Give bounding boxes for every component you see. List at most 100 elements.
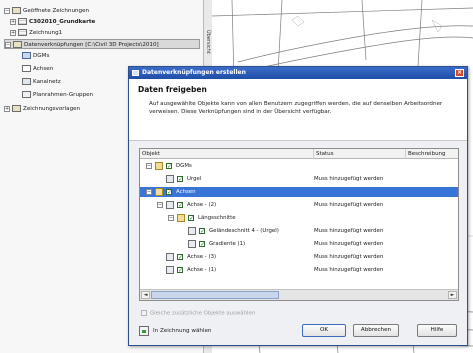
folder-icon [155, 188, 163, 196]
object-cell: ✓ Urgel [140, 174, 312, 184]
column-header-status[interactable]: Status [314, 149, 406, 159]
share-checkbox[interactable]: ✓ [188, 215, 194, 222]
profile-icon [188, 227, 196, 235]
status-cell [314, 187, 404, 197]
tree-item-label: Zeichnungsvorlagen [23, 106, 81, 112]
description-cell[interactable] [406, 174, 458, 184]
surface-icon [22, 52, 31, 59]
description-cell[interactable] [406, 161, 458, 171]
table-header: Objekt Status Beschreibung [140, 149, 458, 159]
tree-item-pipe-networks[interactable]: Kanalnetz [22, 77, 61, 87]
table-row[interactable]: − ✓ DGMs [140, 161, 458, 171]
drawing-icon [18, 29, 27, 36]
table-row[interactable]: ✓ Urgel Muss hinzugefügt werden [140, 174, 458, 184]
share-checkbox[interactable]: ✓ [177, 254, 183, 261]
share-checkbox[interactable]: ✓ [177, 267, 183, 274]
collapse-toggle[interactable]: − [168, 215, 174, 221]
view-frame-icon [22, 91, 31, 98]
dialog-app-icon [132, 70, 139, 76]
header-title: Daten freigeben [138, 85, 207, 94]
tree-item-surfaces[interactable]: DGMs [22, 51, 49, 61]
description-cell[interactable] [406, 265, 458, 275]
collapse-toggle[interactable]: − [4, 7, 10, 14]
tree-item-drawing-templates[interactable]: + Zeichnungsvorlagen [4, 104, 80, 114]
alignment-icon [22, 65, 31, 72]
pick-label: In Zeichnung wählen [153, 328, 212, 334]
object-label: DGMs [176, 163, 192, 169]
horizontal-scrollbar[interactable]: ◄ ► [140, 289, 458, 300]
data-shortcuts-folder-icon [13, 41, 22, 48]
collapse-toggle[interactable]: − [5, 41, 11, 48]
table-row[interactable]: − ✓ Achsen [140, 187, 458, 197]
description-cell[interactable] [406, 252, 458, 262]
table-row[interactable]: − ✓ Längsschnitte [140, 213, 458, 223]
pipe-network-icon [22, 78, 31, 85]
tree-item-label: Geöffnete Zeichnungen [23, 8, 90, 14]
description-cell[interactable] [406, 200, 458, 210]
table-row[interactable]: ✓ Gradiente (1) Muss hinzugefügt werden [140, 239, 458, 249]
description-cell[interactable] [406, 226, 458, 236]
tree-item-open-drawings[interactable]: − Geöffnete Zeichnungen [4, 6, 89, 16]
folder-icon [177, 214, 185, 222]
disabled-checkbox [141, 310, 147, 316]
object-label: Achse - (3) [187, 254, 217, 260]
share-checkbox[interactable]: ✓ [177, 176, 183, 183]
alignment-icon [166, 201, 174, 209]
collapse-toggle[interactable]: − [146, 163, 152, 169]
objects-tree-table[interactable]: Objekt Status Beschreibung − ✓ DGMs ✓ Urgel M… [139, 148, 459, 301]
object-cell: ✓ Achse - (3) [140, 252, 312, 262]
header-description: Auf ausgewählte Objekte kann von allen B… [149, 101, 443, 115]
pick-in-drawing-button[interactable]: In Zeichnung wählen [139, 325, 211, 337]
alignment-icon [166, 266, 174, 274]
tree-item-view-frame-groups[interactable]: Planrahmen-Gruppen [22, 90, 93, 100]
object-cell: − ✓ Achse - (2) [140, 200, 312, 210]
column-header-object[interactable]: Objekt [140, 149, 314, 159]
description-cell[interactable] [406, 213, 458, 223]
surface-icon [166, 175, 174, 183]
help-button[interactable]: Hilfe [417, 324, 457, 337]
template-folder-icon [12, 105, 21, 112]
tree-item-alignments[interactable]: Achsen [22, 64, 53, 74]
object-label: Urgel [187, 176, 202, 182]
share-checkbox[interactable]: ✓ [199, 228, 205, 235]
table-row[interactable]: ✓ Geländeschnitt 4 - (Urgel) Muss hinzugef… [140, 226, 458, 236]
object-label: Achse - (1) [187, 267, 217, 273]
share-checkbox[interactable]: ✓ [166, 189, 172, 196]
table-row[interactable]: ✓ Achse - (1) Muss hinzugefügt werden [140, 265, 458, 275]
description-cell[interactable] [406, 239, 458, 249]
dialog-titlebar[interactable]: Datenverknüpfungen erstellen × [129, 67, 467, 79]
description-cell[interactable] [406, 187, 458, 197]
expand-toggle[interactable]: + [10, 29, 16, 36]
expand-toggle[interactable]: + [10, 18, 16, 25]
close-button[interactable]: × [455, 69, 464, 77]
share-checkbox[interactable]: ✓ [166, 163, 172, 170]
tree-item-label: Planrahmen-Gruppen [33, 92, 94, 98]
object-label: Geländeschnitt 4 - (Urgel) [209, 228, 279, 234]
status-cell [314, 161, 404, 171]
side-tab-label: Übersicht [205, 30, 211, 54]
tree-item-drawing-grundkarte[interactable]: + C302010_Grundkarte [10, 17, 95, 27]
table-row[interactable]: ✓ Achse - (3) Muss hinzugefügt werden [140, 252, 458, 262]
collapse-toggle[interactable]: − [157, 202, 163, 208]
tree-item-label: Achsen [33, 66, 54, 72]
share-checkbox[interactable]: ✓ [199, 241, 205, 248]
scroll-right-arrow-icon[interactable]: ► [448, 291, 457, 299]
object-cell: ✓ Geländeschnitt 4 - (Urgel) [140, 226, 312, 236]
column-header-description[interactable]: Beschreibung [406, 149, 458, 159]
tree-item-data-shortcuts[interactable]: − Datenverknüpfungen [C:\Civil 3D Project… [4, 39, 200, 49]
collapse-toggle[interactable]: − [146, 189, 152, 195]
dialog-header: Daten freigeben Auf ausgewählte Objekte … [129, 79, 467, 141]
object-label: Längsschnitte [198, 215, 236, 221]
tree-item-label: Kanalnetz [33, 79, 61, 85]
scroll-left-arrow-icon[interactable]: ◄ [141, 291, 150, 299]
object-cell: − ✓ Längsschnitte [140, 213, 312, 223]
table-row[interactable]: − ✓ Achse - (2) Muss hinzugefügt werden [140, 200, 458, 210]
tree-item-drawing-zeichnung1[interactable]: + Zeichnung1 [10, 28, 62, 38]
scroll-thumb[interactable] [151, 291, 279, 299]
status-cell: Muss hinzugefügt werden [314, 176, 384, 182]
share-checkbox[interactable]: ✓ [177, 202, 183, 209]
expand-toggle[interactable]: + [4, 105, 10, 112]
share-option-label: Gleiche zusätzliche Objekte auswählen [150, 310, 256, 317]
ok-button[interactable]: OK [302, 324, 346, 337]
cancel-button[interactable]: Abbrechen [353, 324, 399, 337]
